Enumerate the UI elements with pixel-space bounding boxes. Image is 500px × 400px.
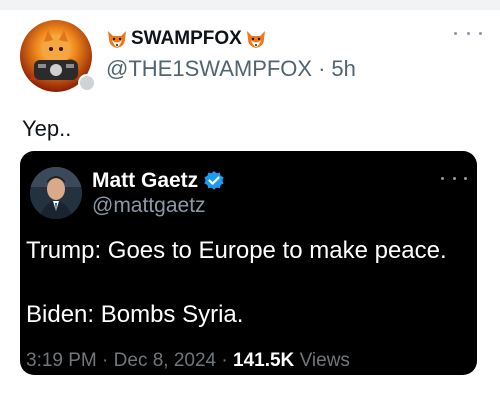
quoted-post[interactable]: Matt Gaetz @mattgaetz Trump: Goes to Eur… bbox=[20, 151, 477, 375]
views-count: 141.5K bbox=[233, 350, 295, 371]
more-icon[interactable] bbox=[454, 26, 482, 40]
post-header: SWAMPFOX @THE1SWAMPFOX · 5h bbox=[20, 18, 490, 98]
quoted-name-row: Matt Gaetz bbox=[92, 167, 225, 195]
timestamp[interactable]: 5h bbox=[331, 56, 355, 81]
quoted-date[interactable]: Dec 8, 2024 bbox=[114, 350, 216, 371]
name-row: SWAMPFOX bbox=[106, 26, 267, 52]
quoted-time[interactable]: 3:19 PM bbox=[26, 350, 97, 371]
handle[interactable]: @THE1SWAMPFOX bbox=[106, 56, 312, 81]
views-label: Views bbox=[299, 350, 350, 371]
quoted-avatar[interactable] bbox=[30, 167, 82, 219]
post-text: Yep.. bbox=[22, 116, 72, 141]
quoted-display-name[interactable]: Matt Gaetz bbox=[92, 169, 198, 193]
quoted-text-line-1: Trump: Goes to Europe to make peace. bbox=[26, 237, 447, 264]
display-name[interactable]: SWAMPFOX bbox=[131, 28, 242, 50]
quoted-text-line-2: Biden: Bombs Syria. bbox=[26, 301, 244, 328]
verified-icon bbox=[203, 170, 225, 192]
fox-icon bbox=[245, 28, 267, 50]
handle-row: @THE1SWAMPFOX · 5h bbox=[106, 56, 356, 82]
separator: · bbox=[102, 350, 109, 371]
separator: · bbox=[221, 350, 228, 371]
quoted-meta: 3:19 PM · Dec 8, 2024 · 141.5K Views bbox=[26, 350, 350, 372]
fox-icon bbox=[106, 28, 128, 50]
separator: · bbox=[318, 56, 326, 81]
post-screenshot: SWAMPFOX @THE1SWAMPFOX · 5h Yep.. Matt G… bbox=[0, 0, 500, 400]
quoted-handle[interactable]: @mattgaetz bbox=[92, 194, 206, 218]
affiliate-badge-icon bbox=[78, 74, 96, 92]
top-divider bbox=[0, 0, 500, 10]
quoted-more-icon[interactable] bbox=[441, 173, 467, 183]
